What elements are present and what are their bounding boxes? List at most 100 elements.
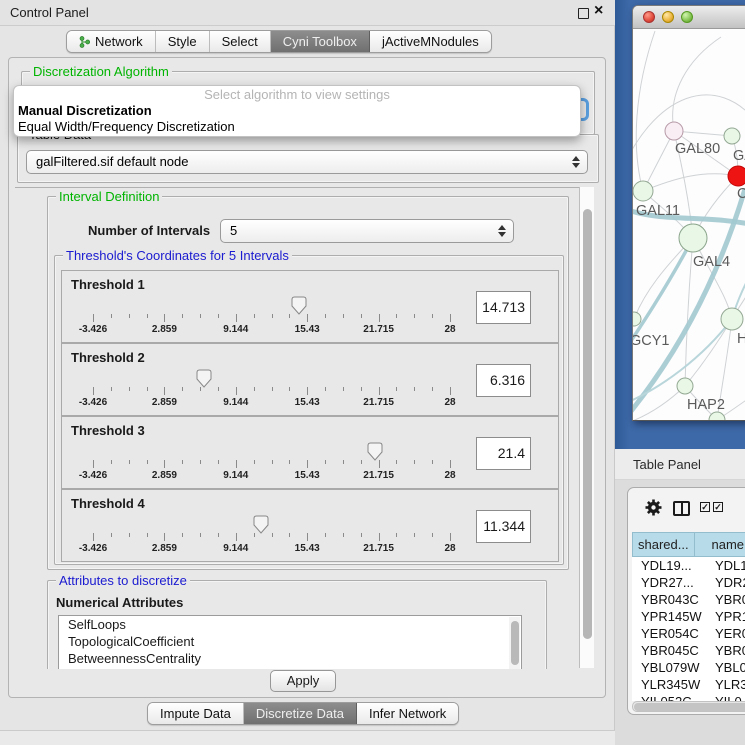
slider-tick-label: 28	[444, 397, 455, 408]
threshold-4-value-field[interactable]: 11.344	[476, 510, 531, 543]
attributes-scroll-thumb[interactable]	[511, 621, 519, 665]
minimize-traffic-light-icon[interactable]	[662, 11, 674, 23]
float-window-icon[interactable]	[578, 8, 589, 19]
threshold-2-value-field[interactable]: 6.316	[476, 364, 531, 397]
gear-icon[interactable]	[644, 498, 663, 522]
network-canvas[interactable]: GAL80GACGAL11GAL4GCY1HHAP2	[633, 29, 745, 421]
table-cell[interactable]: YDR27...	[632, 574, 706, 591]
network-node-GAL80[interactable]	[665, 122, 683, 140]
zoom-traffic-light-icon[interactable]	[681, 11, 693, 23]
apply-button[interactable]: Apply	[270, 670, 336, 692]
table-row[interactable]: YDR27...YDR2	[632, 574, 745, 591]
table-hscroll-thumb[interactable]	[634, 703, 745, 711]
network-node-C[interactable]	[728, 166, 745, 186]
table-cell[interactable]: YBR043C	[632, 591, 706, 608]
algorithm-option-manual[interactable]: Manual Discretization	[14, 103, 580, 119]
slider-major-tick	[307, 460, 308, 468]
split-columns-icon[interactable]	[673, 501, 690, 516]
table-cell[interactable]: YDR2	[706, 574, 745, 591]
table-cell[interactable]: YER054C	[632, 625, 706, 642]
table-header-shared-name[interactable]: shared...	[632, 532, 695, 557]
thresholds-legend: Threshold's Coordinates for 5 Intervals	[63, 248, 292, 263]
network-edge[interactable]	[636, 31, 655, 191]
attribute-list-item[interactable]: SelfLoops	[59, 616, 521, 633]
slider-thumb[interactable]	[291, 296, 307, 315]
threshold-1-value-field[interactable]: 14.713	[476, 291, 531, 324]
tab-discretize-data[interactable]: Discretize Data	[244, 703, 357, 724]
network-node-H[interactable]	[721, 308, 743, 330]
slider-tick-label: 28	[444, 324, 455, 335]
table-cell[interactable]: YBR0	[706, 642, 745, 659]
threshold-3-value-field[interactable]: 21.4	[476, 437, 531, 470]
slider-major-tick	[450, 533, 451, 541]
network-node-unnamed[interactable]	[709, 412, 725, 421]
slider-tick-label: 2.859	[152, 397, 177, 408]
checkbox-checked-icon[interactable]: ✓	[713, 502, 723, 512]
network-node-GA[interactable]	[724, 128, 740, 144]
network-edge[interactable]	[643, 174, 738, 191]
tab-network[interactable]: Network	[67, 31, 156, 52]
network-node-GAL4[interactable]	[679, 224, 707, 252]
tab-cyni-toolbox[interactable]: Cyni Toolbox	[271, 31, 370, 52]
tab-jactivemnodules[interactable]: jActiveMNodules	[370, 31, 491, 52]
tab-style[interactable]: Style	[156, 31, 210, 52]
network-node-label: GAL11	[636, 203, 680, 219]
algorithm-dropdown-hint: Select algorithm to view settings	[14, 86, 580, 103]
table-cell[interactable]: YDL19...	[632, 557, 706, 574]
settings-scroll-thumb[interactable]	[583, 209, 592, 639]
slider-thumb[interactable]	[253, 515, 269, 534]
table-cell[interactable]: YBL0	[706, 659, 745, 676]
algorithm-option-equal-width[interactable]: Equal Width/Frequency Discretization	[14, 119, 580, 135]
table-cell[interactable]: YIL052C	[632, 693, 706, 701]
table-row[interactable]: YBR045CYBR0	[632, 642, 745, 659]
attributes-list-scrollbar[interactable]	[509, 617, 520, 669]
table-horizontal-scrollbar[interactable]	[632, 701, 745, 712]
attribute-list-item[interactable]: BetweennessCentrality	[59, 650, 521, 667]
table-cell[interactable]: YER0	[706, 625, 745, 642]
slider-thumb[interactable]	[367, 442, 383, 461]
table-cell[interactable]: YPR145W	[632, 608, 706, 625]
table-cell[interactable]: YLR345W	[632, 676, 706, 693]
table-cell[interactable]: YLR3	[706, 676, 745, 693]
table-data-combo[interactable]: galFiltered.sif default node	[26, 150, 588, 174]
network-edge[interactable]	[634, 238, 693, 319]
settings-scrollbar[interactable]	[579, 187, 594, 668]
network-edge[interactable]	[673, 37, 721, 131]
network-window-titlebar[interactable]	[633, 6, 745, 29]
table-row[interactable]: YER054CYER0	[632, 625, 745, 642]
slider-major-tick	[307, 314, 308, 322]
number-of-intervals-combo[interactable]: 5	[220, 219, 514, 243]
tab-infer-network[interactable]: Infer Network	[357, 703, 458, 724]
table-cell[interactable]: YIL0	[706, 693, 745, 701]
attribute-list-item[interactable]: TopologicalCoefficient	[59, 633, 521, 650]
table-row[interactable]: YDL19...YDL1	[632, 557, 745, 574]
tab-impute-data[interactable]: Impute Data	[148, 703, 244, 724]
network-node-GAL11[interactable]	[633, 181, 653, 201]
table-row[interactable]: YIL052CYIL0	[632, 693, 745, 701]
table-cell[interactable]: YBR0	[706, 591, 745, 608]
tab-select[interactable]: Select	[210, 31, 271, 52]
close-icon[interactable]: ×	[594, 2, 603, 20]
table-row[interactable]: YBR043CYBR0	[632, 591, 745, 608]
slider-tick-label: 9.144	[223, 324, 248, 335]
table-row[interactable]: YPR145WYPR1	[632, 608, 745, 625]
table-header-name[interactable]: name	[695, 532, 745, 557]
close-traffic-light-icon[interactable]	[643, 11, 655, 23]
slider-minor-tick	[218, 314, 219, 318]
slider-thumb[interactable]	[196, 369, 212, 388]
table-cell[interactable]: YBL079W	[632, 659, 706, 676]
table-cell[interactable]: YPR1	[706, 608, 745, 625]
slider-minor-tick	[147, 314, 148, 318]
network-node-HAP2[interactable]	[677, 378, 693, 394]
table-row[interactable]: YLR345WYLR3	[632, 676, 745, 693]
top-tab-bar: Network Style Select Cyni Toolbox jActiv…	[66, 30, 492, 53]
table-row[interactable]: YBL079WYBL0	[632, 659, 745, 676]
checkbox-checked-icon[interactable]: ✓	[700, 502, 710, 512]
numerical-attributes-list[interactable]: SelfLoopsTopologicalCoefficientBetweenne…	[58, 615, 522, 669]
network-edge[interactable]	[633, 386, 685, 421]
network-node-GCY1[interactable]	[633, 312, 641, 326]
table-cell[interactable]: YBR045C	[632, 642, 706, 659]
tab-discretize-data-label: Discretize Data	[256, 703, 344, 724]
threshold-1-box: Threshold 1 -3.4262.8599.14415.4321.7152…	[61, 270, 559, 343]
table-cell[interactable]: YDL1	[706, 557, 745, 574]
